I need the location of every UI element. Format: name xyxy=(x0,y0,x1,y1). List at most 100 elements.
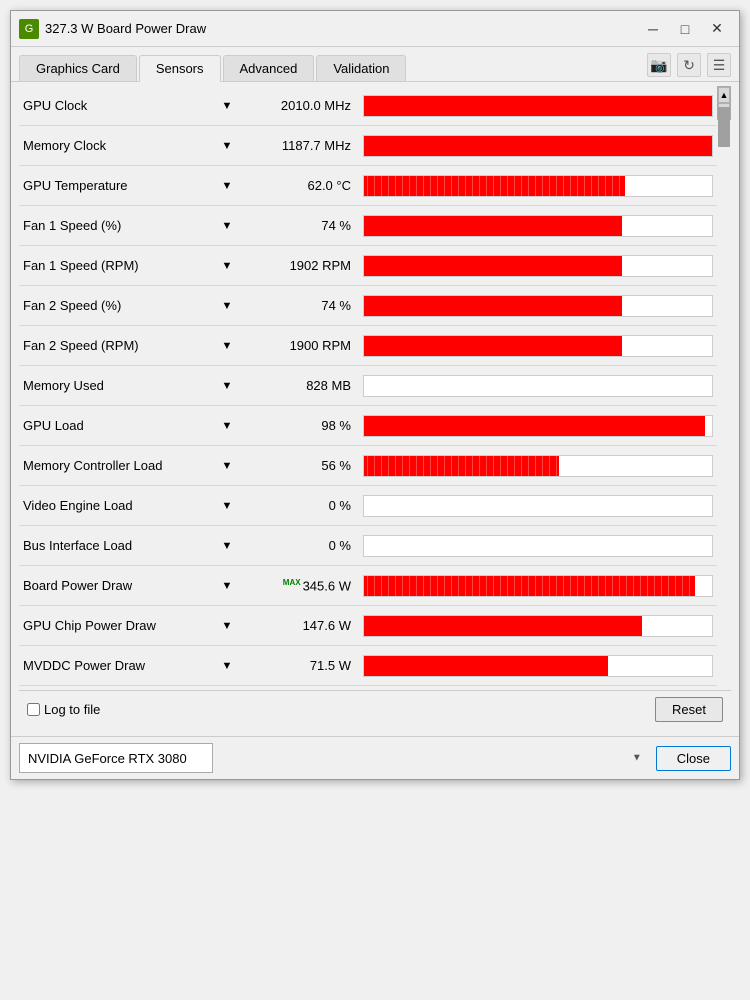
sensor-row: Memory Clock▼1187.7 MHz xyxy=(19,126,717,166)
sensor-dropdown-button[interactable]: ▼ xyxy=(219,258,235,274)
sensor-dropdown-button[interactable]: ▼ xyxy=(219,578,235,594)
tab-action-icons: 📷 ↻ ☰ xyxy=(647,53,731,81)
sensor-name-label: Memory Used xyxy=(23,378,219,393)
sensor-name-label: GPU Chip Power Draw xyxy=(23,618,219,633)
sensor-row: Fan 2 Speed (RPM)▼ 1900 RPM xyxy=(19,326,717,366)
sensor-row: Fan 1 Speed (RPM)▼1902 RPM xyxy=(19,246,717,286)
sensor-dropdown-button[interactable]: ▼ xyxy=(219,658,235,674)
tab-advanced[interactable]: Advanced xyxy=(223,55,315,81)
sensors-table-wrapper: GPU Clock▼2010.0 MHzMemory Clock▼1187.7 … xyxy=(19,86,731,686)
sensor-row: Memory Used▼ 828 MB xyxy=(19,366,717,406)
sensor-value-cell: 0 % xyxy=(239,498,359,513)
sensor-value-cell: 74 % xyxy=(239,298,359,313)
sensor-row: GPU Chip Power Draw▼147.6 W xyxy=(19,606,717,646)
sensor-dropdown-button[interactable]: ▼ xyxy=(219,178,235,194)
sensor-name-label: Memory Clock xyxy=(23,138,219,153)
sensor-name-cell: MVDDC Power Draw▼ xyxy=(19,658,239,674)
tab-sensors[interactable]: Sensors xyxy=(139,55,221,82)
sensor-bar-cell xyxy=(359,295,717,317)
sensor-name-label: Board Power Draw xyxy=(23,578,219,593)
sensor-bar-cell xyxy=(359,135,717,157)
sensor-row: Memory Controller Load▼56 % xyxy=(19,446,717,486)
sensor-bar-cell xyxy=(359,615,717,637)
sensor-name-cell: Fan 2 Speed (%)▼ xyxy=(19,298,239,314)
sensor-row: GPU Temperature▼62.0 °C xyxy=(19,166,717,206)
sensor-bar-fill xyxy=(364,136,712,156)
sensor-dropdown-button[interactable]: ▼ xyxy=(219,378,235,394)
sensor-bar-cell xyxy=(359,535,717,557)
sensor-name-label: Fan 2 Speed (%) xyxy=(23,298,219,313)
sensor-bar-fill xyxy=(364,216,622,236)
sensor-dropdown-button[interactable]: ▼ xyxy=(219,498,235,514)
sensor-name-cell: Fan 1 Speed (%)▼ xyxy=(19,218,239,234)
menu-icon[interactable]: ☰ xyxy=(707,53,731,77)
sensor-bar-cell xyxy=(359,335,717,357)
log-to-file-checkbox[interactable] xyxy=(27,703,40,716)
camera-icon[interactable]: 📷 xyxy=(647,53,671,77)
tab-graphics-card[interactable]: Graphics Card xyxy=(19,55,137,81)
refresh-icon[interactable]: ↻ xyxy=(677,53,701,77)
sensor-value-cell: 1902 RPM xyxy=(239,258,359,273)
sensor-bar-container xyxy=(363,335,713,357)
maximize-button[interactable]: □ xyxy=(671,17,699,41)
sensor-dropdown-button[interactable]: ▼ xyxy=(219,218,235,234)
sensor-name-label: Fan 1 Speed (%) xyxy=(23,218,219,233)
sensor-value-cell: 828 MB xyxy=(239,378,359,393)
sensor-dropdown-button[interactable]: ▼ xyxy=(219,538,235,554)
reset-button[interactable]: Reset xyxy=(655,697,723,722)
sensor-bar-fill xyxy=(364,256,622,276)
sensor-name-cell: GPU Chip Power Draw▼ xyxy=(19,618,239,634)
sensor-dropdown-button[interactable]: ▼ xyxy=(219,338,235,354)
titlebar-controls: ─ □ ✕ xyxy=(639,17,731,41)
sensor-value-cell: 98 % xyxy=(239,418,359,433)
sensor-bar-container xyxy=(363,575,713,597)
sensor-bar-cell xyxy=(359,255,717,277)
sensor-dropdown-button[interactable]: ▼ xyxy=(219,618,235,634)
sensor-bar-container xyxy=(363,375,713,397)
sensor-name-label: Fan 2 Speed (RPM) xyxy=(23,338,219,353)
sensor-dropdown-button[interactable]: ▼ xyxy=(219,298,235,314)
scrollbar[interactable]: ▲ ▼ xyxy=(717,86,731,120)
main-window: G 327.3 W Board Power Draw ─ □ ✕ Graphic… xyxy=(10,10,740,780)
close-button[interactable]: ✕ xyxy=(703,17,731,41)
gpu-select-wrapper: NVIDIA GeForce RTX 3080 ▼ xyxy=(19,743,648,773)
log-to-file-label[interactable]: Log to file xyxy=(27,702,100,717)
sensor-name-label: GPU Load xyxy=(23,418,219,433)
sensor-bar-fill xyxy=(364,416,705,436)
sensor-dropdown-button[interactable]: ▼ xyxy=(219,138,235,154)
sensor-bar-container xyxy=(363,255,713,277)
sensor-name-cell: Board Power Draw▼ xyxy=(19,578,239,594)
sensor-name-cell: Memory Clock▼ xyxy=(19,138,239,154)
sensor-bar-cell xyxy=(359,175,717,197)
sensor-bar-fill xyxy=(364,336,622,356)
sensor-dropdown-button[interactable]: ▼ xyxy=(219,458,235,474)
bottom-bar: Log to file Reset xyxy=(19,690,731,728)
tabs-bar: Graphics Card Sensors Advanced Validatio… xyxy=(11,47,739,82)
window-title: 327.3 W Board Power Draw xyxy=(45,21,639,36)
sensor-name-cell: GPU Temperature▼ xyxy=(19,178,239,194)
sensor-bar-fill xyxy=(364,96,712,116)
sensor-bar-cell xyxy=(359,495,717,517)
app-icon: G xyxy=(19,19,39,39)
sensor-value-cell: 56 % xyxy=(239,458,359,473)
sensor-dropdown-button[interactable]: ▼ xyxy=(219,418,235,434)
minimize-button[interactable]: ─ xyxy=(639,17,667,41)
sensor-name-label: Video Engine Load xyxy=(23,498,219,513)
gpu-select[interactable]: NVIDIA GeForce RTX 3080 xyxy=(19,743,213,773)
sensor-row: Bus Interface Load▼0 % xyxy=(19,526,717,566)
sensor-dropdown-button[interactable]: ▼ xyxy=(219,98,235,114)
sensor-name-label: MVDDC Power Draw xyxy=(23,658,219,673)
scroll-thumb[interactable] xyxy=(718,107,730,147)
sensor-value-cell: 1900 RPM xyxy=(239,338,359,353)
sensor-row: Fan 2 Speed (%)▼74 % xyxy=(19,286,717,326)
sensor-bar-fill xyxy=(364,576,695,596)
tab-validation[interactable]: Validation xyxy=(316,55,406,81)
close-footer-button[interactable]: Close xyxy=(656,746,731,771)
sensor-bar-fill xyxy=(364,616,642,636)
sensor-name-label: GPU Temperature xyxy=(23,178,219,193)
scroll-up-button[interactable]: ▲ xyxy=(718,87,730,103)
sensor-row: MVDDC Power Draw▼71.5 W xyxy=(19,646,717,686)
sensor-bar-container xyxy=(363,495,713,517)
sensor-name-cell: Bus Interface Load▼ xyxy=(19,538,239,554)
sensor-bar-cell xyxy=(359,215,717,237)
